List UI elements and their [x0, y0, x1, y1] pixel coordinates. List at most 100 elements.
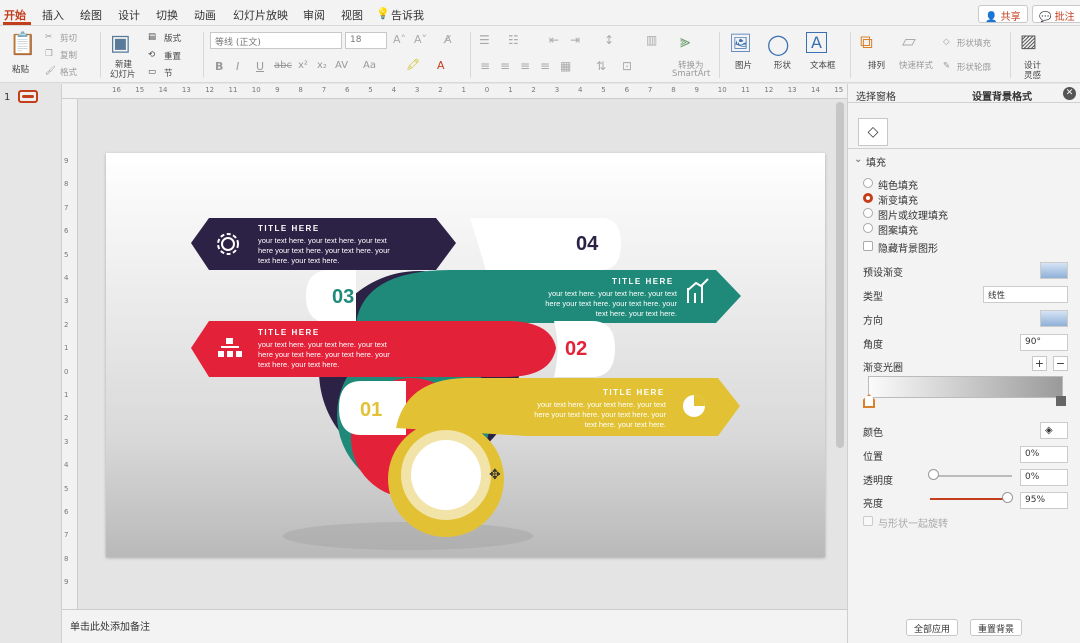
distributed-icon[interactable]: ▦	[560, 59, 571, 73]
preset-gradient-picker[interactable]	[1040, 262, 1068, 279]
smartart-icon[interactable]: ⫸	[680, 31, 690, 52]
picture-fill-label[interactable]: 图片或纹理填充	[878, 207, 948, 222]
picture-button[interactable]: 图片	[735, 59, 752, 71]
remove-stop-button[interactable]: −	[1053, 356, 1068, 371]
section-button[interactable]: 节	[164, 67, 173, 79]
brightness-slider-thumb[interactable]	[1002, 492, 1013, 503]
new-slide-label-2[interactable]: 幻灯片	[110, 68, 136, 80]
vertical-scrollbar[interactable]	[836, 102, 844, 448]
numbering-icon[interactable]: ☷	[508, 33, 519, 47]
rotate-with-shape-label[interactable]: 与形状一起旋转	[878, 515, 948, 530]
item-02-title[interactable]: TITLE HERE	[258, 328, 320, 337]
position-input[interactable]: 0%	[1020, 446, 1068, 463]
arrange-button[interactable]: 排列	[868, 59, 885, 71]
line-spacing-icon[interactable]: ↕	[604, 33, 614, 47]
new-slide-icon[interactable]: ▣	[110, 31, 131, 56]
layout-icon[interactable]: ▤	[148, 32, 156, 42]
section-icon[interactable]: ▭	[148, 67, 156, 77]
gradient-type-select[interactable]: 线性	[983, 286, 1068, 303]
tab-format-background[interactable]: 设置背景格式	[972, 88, 1032, 103]
textbox-icon[interactable]: A	[806, 32, 827, 53]
underline-icon[interactable]: U	[256, 60, 264, 73]
tab-draw[interactable]: 绘图	[80, 7, 102, 23]
quick-styles-button[interactable]: 快速样式	[899, 59, 933, 71]
clear-format-icon[interactable]: A̸	[444, 33, 452, 46]
copy-button[interactable]: 复制	[60, 49, 77, 61]
transparency-slider-thumb[interactable]	[928, 469, 939, 480]
gradient-fill-label[interactable]: 渐变填充	[878, 192, 918, 207]
decrease-indent-icon[interactable]: ⇤	[549, 33, 559, 47]
shape-fill-button[interactable]: 形状填充	[957, 37, 991, 49]
picture-icon[interactable]: 🖼	[729, 33, 752, 54]
slide[interactable]: TITLE HERE your text here. your text her…	[106, 153, 825, 557]
highlight-icon[interactable]: 🖍	[406, 58, 420, 71]
item-02-number[interactable]: 02	[565, 338, 587, 361]
direction-picker[interactable]	[1040, 310, 1068, 327]
add-stop-button[interactable]: +	[1032, 356, 1047, 371]
align-left-icon[interactable]: ≡	[480, 59, 490, 73]
comments-button[interactable]: 💬 批注	[1032, 5, 1080, 23]
change-case-icon[interactable]: Aa	[363, 60, 376, 71]
shrink-font-icon[interactable]: A˅	[414, 33, 427, 46]
item-04-text[interactable]: your text here. your text here. your tex…	[258, 236, 390, 266]
gradient-bar[interactable]	[868, 376, 1063, 398]
grow-font-icon[interactable]: A˄	[393, 33, 406, 46]
shape-button[interactable]: 形状	[774, 59, 791, 71]
gradient-stop-handle[interactable]	[1056, 396, 1066, 406]
tab-design[interactable]: 设计	[118, 7, 140, 23]
item-03-text[interactable]: your text here. your text here. your tex…	[537, 289, 677, 319]
tab-selection-pane[interactable]: 选择窗格	[856, 88, 896, 103]
char-spacing-icon[interactable]: AV	[335, 60, 348, 71]
fill-bucket-icon[interactable]: ◇	[943, 37, 950, 47]
bold-icon[interactable]: B	[215, 60, 223, 73]
columns-icon[interactable]: ▥	[646, 33, 657, 47]
transparency-input[interactable]: 0%	[1020, 469, 1068, 486]
reset-background-button[interactable]: 重置背景	[970, 619, 1023, 636]
reset-button[interactable]: 重置	[164, 50, 181, 62]
tab-animations[interactable]: 动画	[194, 7, 216, 23]
brightness-input[interactable]: 95%	[1020, 492, 1068, 509]
strikethrough-icon[interactable]: abc	[274, 60, 292, 71]
increase-indent-icon[interactable]: ⇥	[570, 33, 580, 47]
reset-icon[interactable]: ⟲	[148, 50, 155, 60]
cut-icon[interactable]: ✂	[45, 32, 52, 42]
tab-slideshow[interactable]: 幻灯片放映	[233, 7, 288, 23]
brightness-slider[interactable]	[930, 498, 1012, 500]
quick-styles-icon[interactable]: ▱	[902, 31, 916, 52]
align-right-icon[interactable]: ≡	[520, 59, 530, 73]
tab-view[interactable]: 视图	[341, 7, 363, 23]
designer-icon[interactable]: ▨	[1020, 31, 1037, 52]
rotate-with-shape-checkbox[interactable]	[863, 516, 873, 526]
color-picker-icon[interactable]: ◈	[1040, 422, 1068, 439]
pattern-fill-radio[interactable]	[863, 223, 873, 233]
arrange-icon[interactable]: ⧉	[860, 32, 873, 53]
transparency-slider[interactable]	[930, 475, 1012, 477]
fill-section-header[interactable]: 填充	[866, 154, 886, 169]
shape-outline-button[interactable]: 形状轮廓	[957, 61, 991, 73]
textbox-button[interactable]: 文本框	[810, 59, 836, 71]
designer-label-2[interactable]: 灵感	[1024, 69, 1041, 81]
align-center-icon[interactable]: ≡	[500, 59, 510, 73]
picture-fill-radio[interactable]	[863, 208, 873, 218]
fill-bucket-icon[interactable]: ◇	[858, 118, 888, 146]
font-color-icon[interactable]: A	[437, 59, 445, 72]
tab-review[interactable]: 审阅	[303, 7, 325, 23]
copy-icon[interactable]: ❐	[45, 49, 53, 59]
notes-placeholder[interactable]: 单击此处添加备注	[70, 618, 150, 633]
angle-input[interactable]: 90°	[1020, 334, 1068, 351]
gradient-fill-radio[interactable]	[863, 193, 873, 203]
pattern-fill-label[interactable]: 图案填充	[878, 222, 918, 237]
share-button[interactable]: 👤 共享	[978, 5, 1028, 23]
item-04-title[interactable]: TITLE HERE	[258, 224, 320, 233]
hide-background-checkbox[interactable]	[863, 241, 873, 251]
format-painter-button[interactable]: 格式	[60, 66, 77, 78]
format-painter-icon[interactable]: 🖌	[45, 66, 56, 76]
convert-smartart-label-2[interactable]: SmartArt	[672, 69, 710, 79]
item-01-title[interactable]: TITLE HERE	[603, 388, 665, 397]
text-direction-icon[interactable]: ⇅	[596, 59, 606, 73]
item-01-text[interactable]: your text here. your text here. your tex…	[526, 400, 666, 430]
align-text-icon[interactable]: ⊡	[622, 59, 632, 73]
hide-background-label[interactable]: 隐藏背景图形	[878, 240, 938, 255]
paste-label[interactable]: 粘贴	[12, 63, 29, 75]
chevron-down-icon[interactable]: ⌄	[854, 154, 862, 165]
